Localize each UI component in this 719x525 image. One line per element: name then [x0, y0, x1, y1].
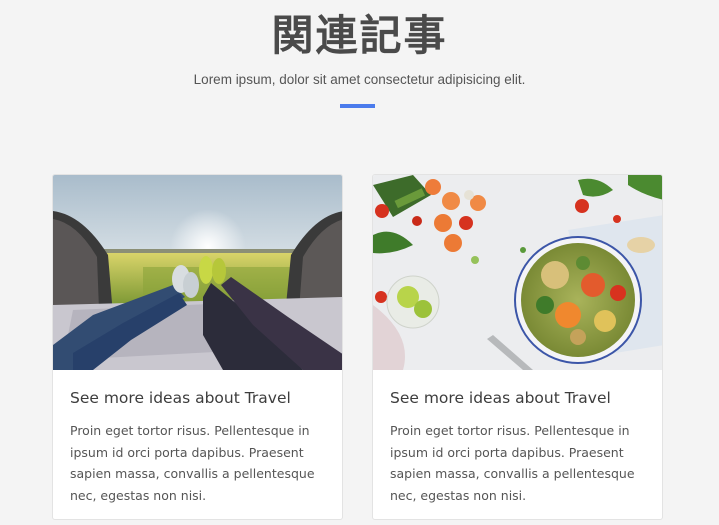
card-title[interactable]: See more ideas about Travel	[390, 387, 652, 409]
section-subtitle: Lorem ipsum, dolor sit amet consectetur …	[193, 72, 526, 87]
card-excerpt: Proin eget tortor risus. Pellentesque in…	[70, 423, 315, 503]
article-card-food[interactable]: See more ideas about Travel Proin eget t…	[372, 174, 663, 520]
travel-photo	[53, 175, 342, 370]
card-image-food[interactable]	[373, 175, 662, 370]
card-image-travel[interactable]	[53, 175, 342, 370]
section-title: 関連記事	[271, 11, 448, 60]
salad-photo	[373, 175, 662, 370]
article-card-travel[interactable]: See more ideas about Travel Proin eget t…	[52, 174, 343, 520]
title-divider	[340, 104, 375, 108]
card-excerpt: Proin eget tortor risus. Pellentesque in…	[390, 423, 635, 503]
card-title[interactable]: See more ideas about Travel	[70, 387, 332, 409]
related-articles-section: 関連記事 Lorem ipsum, dolor sit amet consect…	[0, 0, 719, 525]
